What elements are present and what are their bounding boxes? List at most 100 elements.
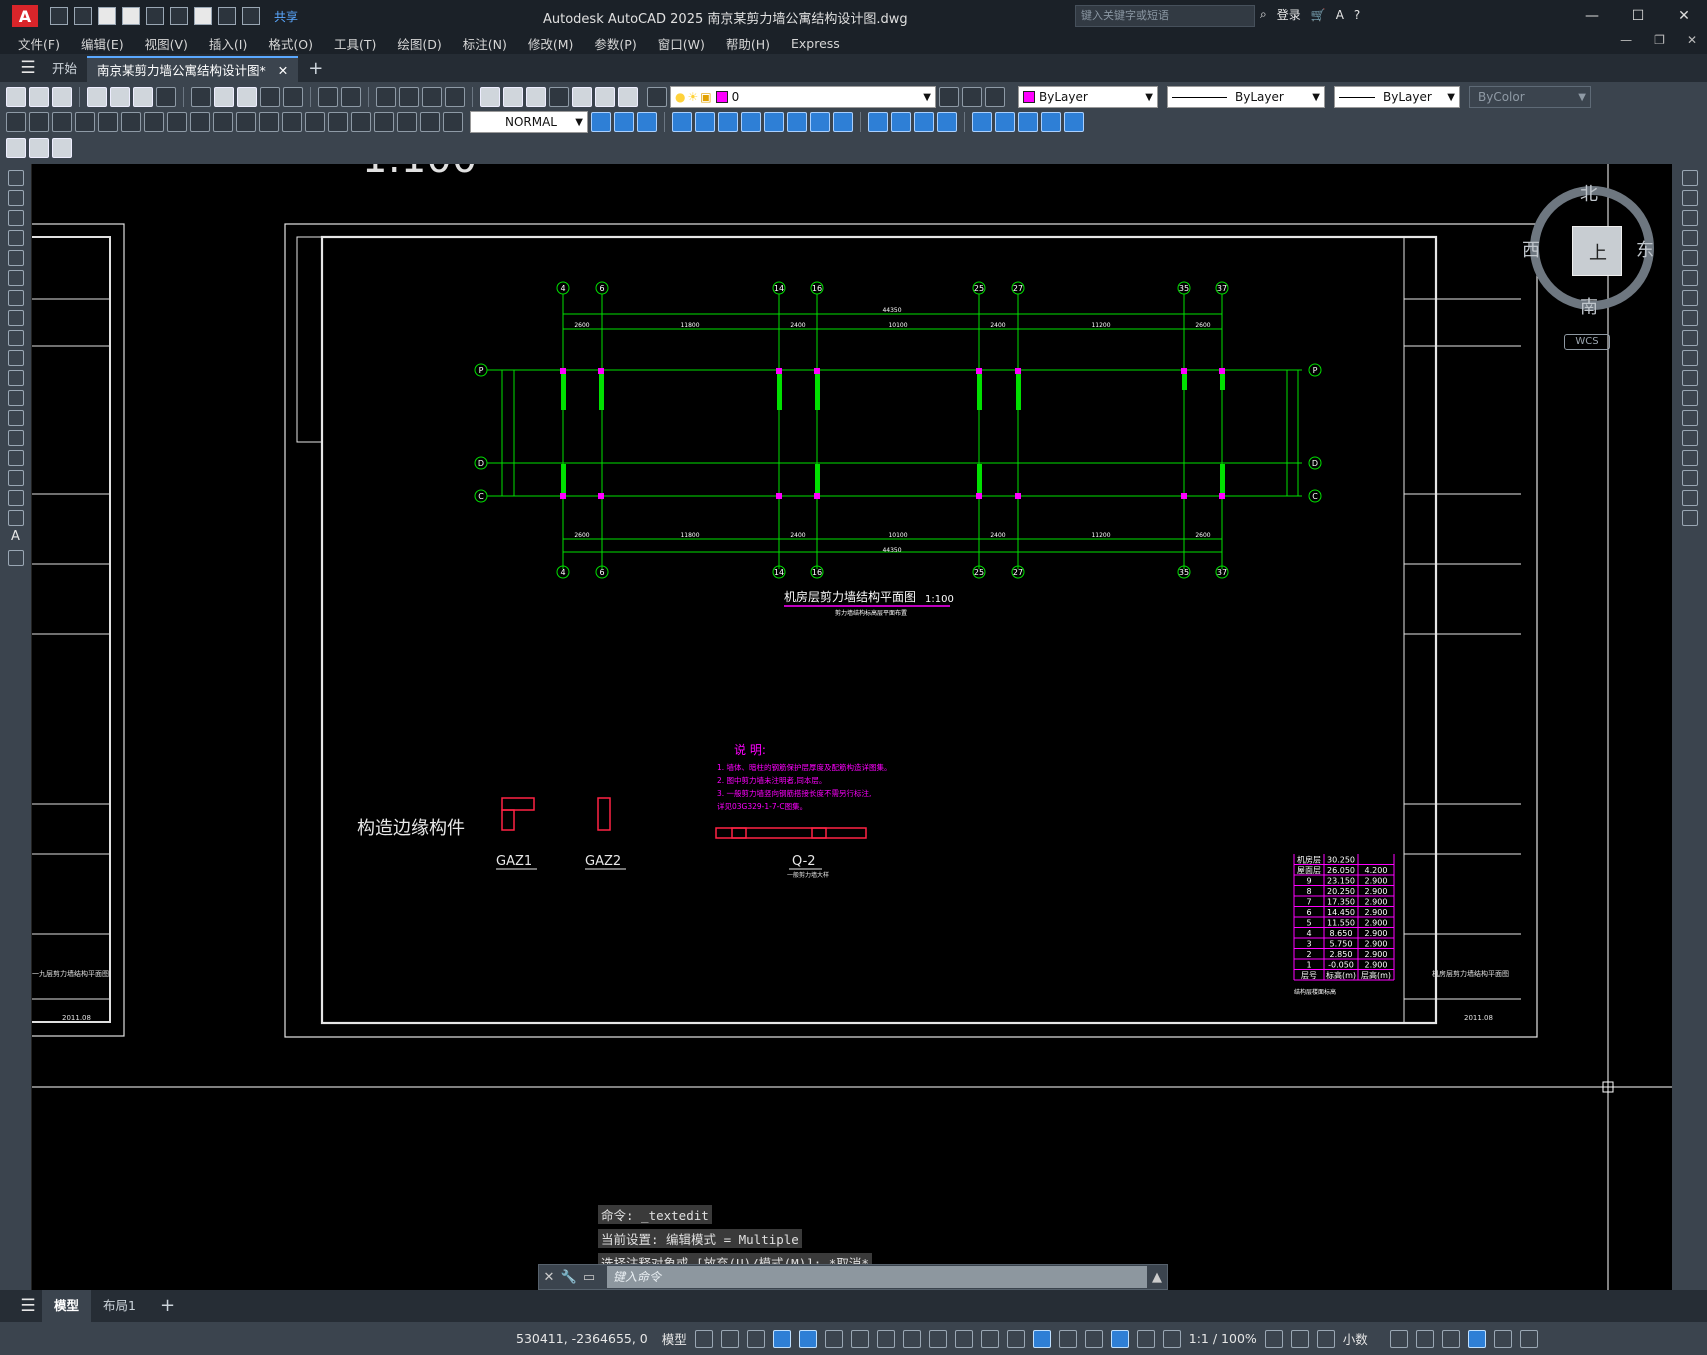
inspection-icon[interactable] — [351, 112, 371, 132]
plot-icon[interactable] — [194, 7, 212, 25]
workspace-gear-icon[interactable] — [1264, 1329, 1283, 1348]
revcloud-icon[interactable] — [7, 310, 24, 326]
dim-break-icon[interactable] — [282, 112, 302, 132]
dim-space-icon[interactable] — [259, 112, 279, 132]
express-tool-3-icon[interactable] — [52, 138, 72, 158]
tool-palettes-icon[interactable] — [526, 87, 546, 107]
3d-osnap-icon[interactable] — [1006, 1329, 1025, 1348]
menu-window[interactable]: 窗口(W) — [658, 34, 705, 53]
modify-tool-12-icon[interactable] — [868, 112, 888, 132]
modify-tool-1-icon[interactable] — [591, 112, 611, 132]
hamburger-menu-icon[interactable]: ☰ — [14, 54, 42, 82]
polyline-icon[interactable] — [7, 210, 24, 226]
mirror-icon[interactable] — [1681, 210, 1698, 226]
modify-tool-6-icon[interactable] — [718, 112, 738, 132]
chevron-up-icon[interactable]: ▲ — [1147, 1270, 1167, 1285]
modify-tool-11-icon[interactable] — [833, 112, 853, 132]
dynamic-input-icon[interactable] — [772, 1329, 791, 1348]
minimize-icon[interactable]: — — [1569, 0, 1615, 32]
quick-dim-icon[interactable] — [190, 112, 210, 132]
rotate-icon[interactable] — [1681, 290, 1698, 306]
customization-icon[interactable] — [1519, 1329, 1538, 1348]
dim-update-icon[interactable] — [443, 112, 463, 132]
table-icon[interactable] — [7, 510, 24, 526]
open-icon[interactable] — [29, 87, 49, 107]
annotation-monitor-icon[interactable] — [1290, 1329, 1309, 1348]
make-block-icon[interactable] — [7, 410, 24, 426]
open-icon[interactable] — [74, 7, 92, 25]
menu-edit[interactable]: 编辑(E) — [81, 34, 124, 53]
new-icon[interactable] — [50, 7, 68, 25]
units-icon[interactable] — [1316, 1329, 1335, 1348]
compass-west[interactable]: 西 — [1522, 236, 1540, 262]
break-at-point-icon[interactable] — [1681, 390, 1698, 406]
region-icon[interactable] — [7, 490, 24, 506]
layer-previous-icon[interactable] — [962, 87, 982, 107]
lock-ui-icon[interactable] — [1415, 1329, 1434, 1348]
properties-icon[interactable] — [480, 87, 500, 107]
zoom-realtime-icon[interactable] — [399, 87, 419, 107]
modify-tool-8-icon[interactable] — [764, 112, 784, 132]
markup-icon[interactable] — [572, 87, 592, 107]
extend-icon[interactable] — [1681, 370, 1698, 386]
grid-icon[interactable] — [694, 1329, 713, 1348]
move-icon[interactable] — [1681, 270, 1698, 286]
redo-icon[interactable] — [242, 7, 260, 25]
angular-dim-icon[interactable] — [167, 112, 187, 132]
quick-properties-icon[interactable] — [1389, 1329, 1408, 1348]
tab-layout1[interactable]: 布局1 — [91, 1290, 148, 1322]
selection-cycling-icon[interactable] — [980, 1329, 999, 1348]
dim-style-dropdown[interactable]: NORMAL ▼ — [470, 111, 588, 133]
menu-modify[interactable]: 修改(M) — [528, 34, 574, 53]
model-space-toggle[interactable]: 模型 — [662, 1329, 687, 1348]
modify-tool-20-icon[interactable] — [1064, 112, 1084, 132]
undo-icon[interactable] — [218, 7, 236, 25]
maximize-icon[interactable]: ☐ — [1615, 0, 1661, 32]
graphics-performance-icon[interactable] — [1467, 1329, 1486, 1348]
close-icon[interactable]: ✕ — [1661, 0, 1707, 32]
join-icon[interactable] — [1681, 430, 1698, 446]
auto-scale-icon[interactable] — [1136, 1329, 1155, 1348]
spline-icon[interactable] — [7, 330, 24, 346]
insert-block-icon[interactable] — [7, 390, 24, 406]
object-snap-icon[interactable] — [902, 1329, 921, 1348]
annotation-visibility-icon[interactable] — [1110, 1329, 1129, 1348]
save-as-icon[interactable] — [122, 7, 140, 25]
express-tool-1-icon[interactable] — [6, 138, 26, 158]
layer-dropdown[interactable]: ● ☀ ▣ 0 ▼ — [670, 86, 936, 108]
modify-tool-13-icon[interactable] — [891, 112, 911, 132]
modify-tool-15-icon[interactable] — [937, 112, 957, 132]
doc-minimize-icon[interactable]: — — [1620, 33, 1632, 47]
viewcube-face[interactable]: 上 — [1572, 226, 1622, 276]
annotation-scale-icon[interactable] — [1162, 1329, 1181, 1348]
publish-icon[interactable] — [146, 7, 164, 25]
erase-icon[interactable] — [1681, 170, 1698, 186]
modify-tool-14-icon[interactable] — [914, 112, 934, 132]
gradient-icon[interactable] — [7, 470, 24, 486]
fillet-icon[interactable] — [1681, 470, 1698, 486]
isolate-objects-icon[interactable] — [1441, 1329, 1460, 1348]
new-tab-button[interactable]: + — [298, 56, 333, 82]
polygon-icon[interactable] — [7, 230, 24, 246]
circle-icon[interactable] — [7, 290, 24, 306]
units-value[interactable]: 小数 — [1343, 1329, 1368, 1348]
menu-draw[interactable]: 绘图(D) — [397, 34, 441, 53]
polar-icon[interactable] — [824, 1329, 843, 1348]
share-button[interactable]: 共享 — [274, 8, 298, 25]
modify-tool-5-icon[interactable] — [695, 112, 715, 132]
menu-format[interactable]: 格式(O) — [268, 34, 313, 53]
autocad-logo-button[interactable]: A — [12, 5, 38, 27]
modify-tool-9-icon[interactable] — [787, 112, 807, 132]
autodesk-a-icon[interactable]: A — [1336, 8, 1344, 22]
copy-icon[interactable] — [214, 87, 234, 107]
menu-file[interactable]: 文件(F) — [18, 34, 60, 53]
trim-icon[interactable] — [1681, 350, 1698, 366]
hamburger-menu-icon[interactable]: ☰ — [14, 1292, 42, 1320]
break-icon[interactable] — [1681, 410, 1698, 426]
ellipse-icon[interactable] — [7, 350, 24, 366]
cut-icon[interactable] — [191, 87, 211, 107]
blend-curves-icon[interactable] — [1681, 490, 1698, 506]
arc-length-icon[interactable] — [52, 112, 72, 132]
jogged-linear-icon[interactable] — [374, 112, 394, 132]
menu-view[interactable]: 视图(V) — [145, 34, 188, 53]
